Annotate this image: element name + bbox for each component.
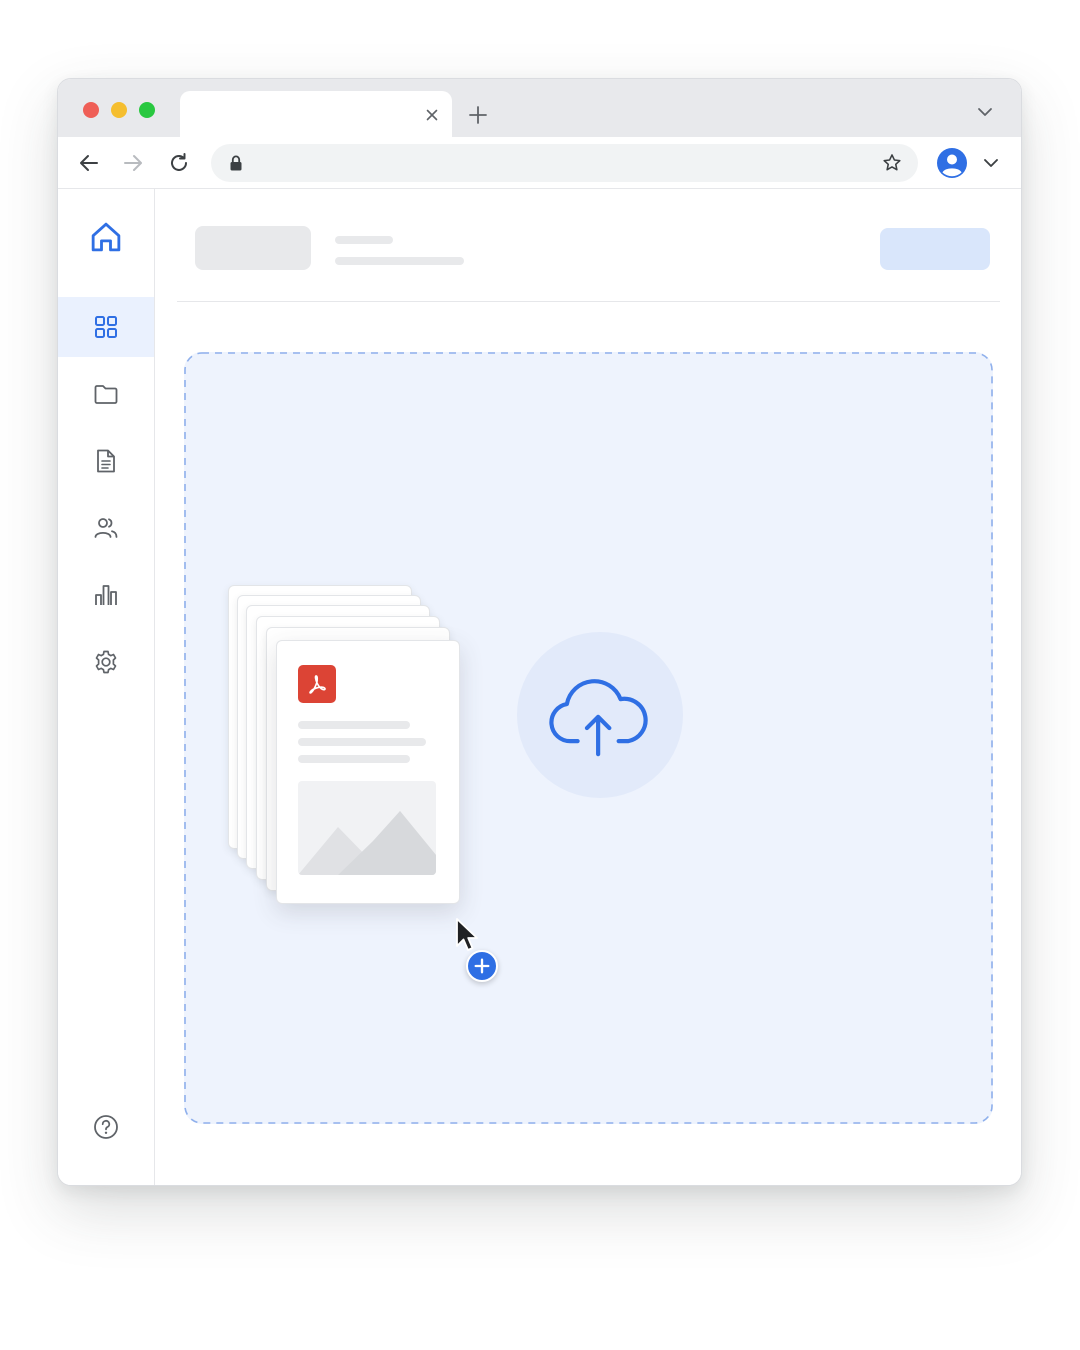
- sidebar: [58, 189, 155, 1185]
- new-tab-icon[interactable]: [466, 103, 490, 127]
- reload-icon[interactable]: [167, 151, 191, 175]
- maximize-window-button[interactable]: [139, 102, 155, 118]
- cloud-upload-icon: [549, 679, 648, 757]
- close-window-button[interactable]: [83, 102, 99, 118]
- header-placeholder-subtitle: [335, 257, 464, 265]
- sidebar-item-help[interactable]: [58, 1097, 154, 1157]
- mouse-cursor-icon: [456, 918, 478, 951]
- sidebar-item-home[interactable]: [58, 207, 154, 267]
- minimize-window-button[interactable]: [111, 102, 127, 118]
- sidebar-item-analytics[interactable]: [58, 565, 154, 625]
- folder-icon: [94, 385, 118, 404]
- browser-window: [57, 78, 1022, 1186]
- dragged-file-stack[interactable]: [228, 585, 468, 915]
- plus-icon: [474, 958, 490, 974]
- image-placeholder: [298, 781, 436, 875]
- document-icon: [97, 449, 115, 473]
- sidebar-item-settings[interactable]: [58, 632, 154, 692]
- sidebar-item-dashboard[interactable]: [58, 297, 154, 357]
- bar-chart-icon: [95, 585, 117, 605]
- text-line-placeholder: [298, 755, 410, 763]
- primary-action-button[interactable]: [880, 228, 990, 270]
- chevron-down-icon[interactable]: [974, 101, 996, 123]
- pdf-icon: [298, 665, 336, 703]
- lock-icon: [230, 155, 242, 171]
- header-placeholder-block: [195, 226, 311, 270]
- tab-strip: [58, 79, 1021, 139]
- back-arrow-icon[interactable]: [77, 151, 101, 175]
- address-bar[interactable]: [211, 144, 918, 182]
- tab-close-icon[interactable]: [422, 105, 442, 125]
- add-file-badge: [466, 950, 498, 982]
- bookmark-star-icon[interactable]: [881, 152, 903, 174]
- sidebar-item-documents[interactable]: [58, 431, 154, 491]
- sidebar-item-users[interactable]: [58, 498, 154, 558]
- file-page-front: [276, 640, 460, 904]
- sidebar-item-folders[interactable]: [58, 364, 154, 424]
- upload-icon-container[interactable]: [517, 632, 683, 798]
- gear-icon: [95, 650, 117, 674]
- main-content: [155, 189, 1021, 1185]
- forward-arrow-icon[interactable]: [121, 151, 145, 175]
- tab-active[interactable]: [180, 91, 452, 139]
- home-icon: [91, 222, 121, 252]
- browser-toolbar: [58, 137, 1021, 189]
- text-line-placeholder: [298, 738, 426, 746]
- mountain-image-icon: [298, 811, 436, 875]
- profile-avatar-icon[interactable]: [936, 147, 968, 179]
- users-icon: [94, 518, 118, 538]
- text-line-placeholder: [298, 721, 410, 729]
- help-icon: [94, 1115, 118, 1139]
- grid-icon: [95, 316, 117, 338]
- file-drop-zone[interactable]: [184, 352, 993, 1124]
- header-divider: [177, 301, 1000, 302]
- header-placeholder-title: [335, 236, 393, 244]
- profile-chevron-down-icon[interactable]: [980, 152, 1002, 174]
